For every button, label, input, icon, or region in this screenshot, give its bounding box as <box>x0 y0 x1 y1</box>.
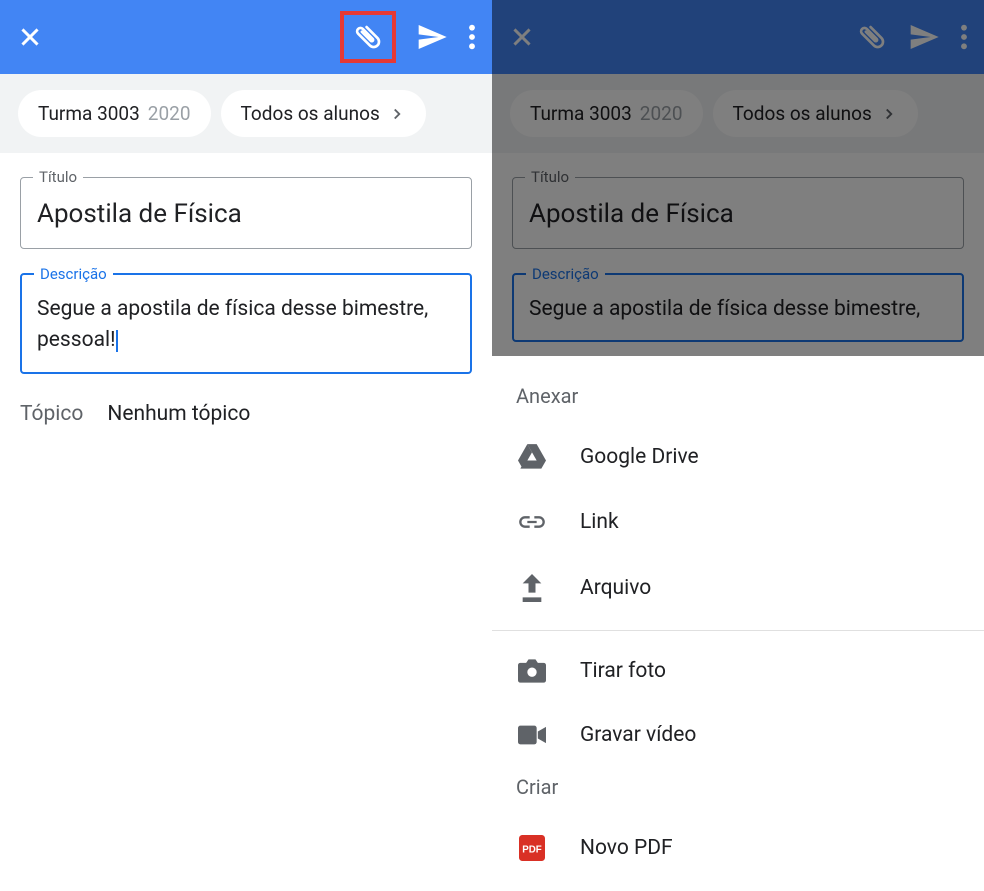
chip-class-year: 2020 <box>148 102 191 125</box>
screen-left: Turma 3003 2020 Todos os alunos Título A… <box>0 0 492 891</box>
description-label: Descrição <box>526 265 605 283</box>
chip-audience[interactable]: Todos os alunos <box>713 90 918 137</box>
attach-icon[interactable] <box>856 21 888 53</box>
chip-audience-label: Todos os alunos <box>733 102 872 125</box>
sheet-item-new-pdf[interactable]: PDF Novo PDF <box>492 815 984 881</box>
description-field[interactable]: Descrição Segue a apostila de física des… <box>20 273 472 374</box>
chip-class[interactable]: Turma 3003 2020 <box>18 90 211 137</box>
title-field[interactable]: Título Apostila de Física <box>512 177 964 249</box>
description-input[interactable]: Segue a apostila de física desse bimestr… <box>529 294 947 326</box>
attach-highlight <box>340 11 396 63</box>
chip-audience[interactable]: Todos os alunos <box>221 90 426 137</box>
text-cursor <box>116 330 118 352</box>
app-header <box>0 0 492 74</box>
send-icon[interactable] <box>908 21 940 53</box>
app-header <box>492 0 984 74</box>
chips-row: Turma 3003 2020 Todos os alunos <box>492 74 984 153</box>
chip-audience-label: Todos os alunos <box>241 102 380 125</box>
topic-row[interactable]: Tópico Nenhum tópico <box>20 398 472 430</box>
chevron-right-icon <box>388 105 406 123</box>
sheet-item-video[interactable]: Gravar vídeo <box>492 703 984 767</box>
topic-label: Tópico <box>20 402 83 426</box>
screen-right: Turma 3003 2020 Todos os alunos Título A… <box>492 0 984 891</box>
sheet-item-file[interactable]: Arquivo <box>492 554 984 622</box>
sheet-header-create: Criar <box>492 767 984 815</box>
topic-value: Nenhum tópico <box>107 402 250 426</box>
more-icon[interactable] <box>960 23 968 51</box>
send-icon[interactable] <box>416 21 448 53</box>
sheet-item-label: Arquivo <box>580 576 651 600</box>
camera-icon <box>516 659 548 683</box>
sheet-item-label: Gravar vídeo <box>580 723 696 747</box>
chip-class-name: Turma 3003 <box>530 102 632 125</box>
chips-row: Turma 3003 2020 Todos os alunos <box>0 74 492 153</box>
close-icon[interactable] <box>16 23 44 51</box>
sheet-header-attach: Anexar <box>492 376 984 424</box>
title-label: Título <box>33 168 83 186</box>
chip-class[interactable]: Turma 3003 2020 <box>510 90 703 137</box>
description-input[interactable]: Segue a apostila de física desse bimestr… <box>37 294 455 357</box>
sheet-item-photo[interactable]: Tirar foto <box>492 639 984 703</box>
sheet-divider <box>492 630 984 631</box>
sheet-item-label: Google Drive <box>580 445 699 469</box>
description-field[interactable]: Descrição Segue a apostila de física des… <box>512 273 964 343</box>
link-icon <box>516 515 548 529</box>
description-label: Descrição <box>34 265 113 283</box>
title-input[interactable]: Apostila de Física <box>529 198 947 232</box>
chip-class-name: Turma 3003 <box>38 102 140 125</box>
attach-sheet: Anexar Google Drive Link Arquivo Tirar f… <box>492 356 984 891</box>
form-area: Título Apostila de Física Descrição Segu… <box>492 153 984 342</box>
video-icon <box>516 725 548 745</box>
attach-icon[interactable] <box>352 21 384 53</box>
description-text: Segue a apostila de física desse bimestr… <box>37 297 428 353</box>
chip-class-year: 2020 <box>640 102 683 125</box>
drive-icon <box>516 444 548 470</box>
form-area: Título Apostila de Física Descrição Segu… <box>0 153 492 430</box>
sheet-item-label: Link <box>580 510 619 534</box>
title-label: Título <box>525 168 575 186</box>
title-field[interactable]: Título Apostila de Física <box>20 177 472 249</box>
sheet-item-label: Tirar foto <box>580 659 666 683</box>
sheet-item-link[interactable]: Link <box>492 490 984 554</box>
sheet-item-label: Novo PDF <box>580 836 673 860</box>
title-input[interactable]: Apostila de Física <box>37 198 455 232</box>
close-icon[interactable] <box>508 23 536 51</box>
chevron-right-icon <box>880 105 898 123</box>
more-icon[interactable] <box>468 23 476 51</box>
upload-icon <box>516 574 548 602</box>
pdf-icon: PDF <box>516 835 548 861</box>
svg-text:PDF: PDF <box>522 844 542 855</box>
sheet-item-google-drive[interactable]: Google Drive <box>492 424 984 490</box>
